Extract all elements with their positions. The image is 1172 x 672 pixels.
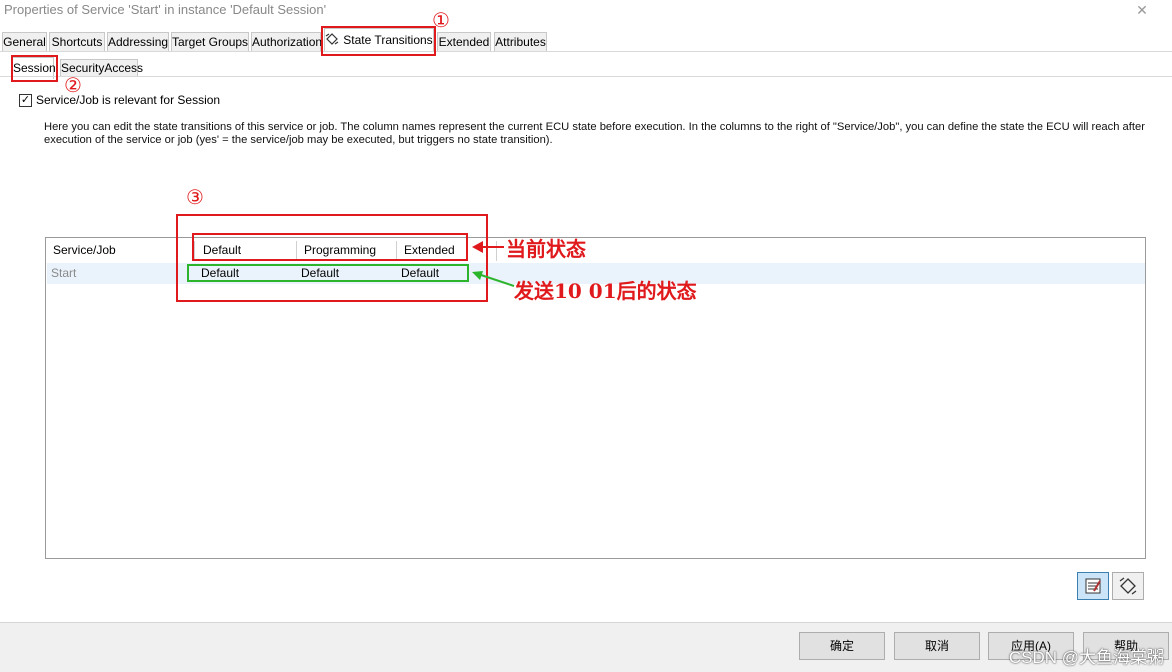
label-current-state: 当前状态 [506, 237, 586, 261]
description-text: Here you can edit the state transitions … [44, 121, 1145, 146]
window-title: Properties of Service 'Start' in instanc… [4, 2, 327, 17]
tab-attributes[interactable]: Attributes [494, 32, 547, 52]
edit-table-icon [1085, 578, 1101, 594]
arrow-head-red-icon [472, 241, 483, 253]
arrow-after-state-icon [472, 271, 515, 287]
tab-extended[interactable]: Extended [437, 32, 491, 52]
tab-target-groups[interactable]: Target Groups [171, 32, 249, 52]
highlight-state-transitions-tab [321, 26, 436, 56]
relevant-checkbox[interactable]: ✓ [19, 94, 32, 107]
highlight-current-state-header [192, 233, 468, 261]
relevant-checkbox-label: Service/Job is relevant for Session [36, 93, 221, 107]
tab-addressing[interactable]: Addressing [107, 32, 169, 52]
highlight-session-subtab [11, 55, 58, 82]
column-header-service-job[interactable]: Service/Job [46, 238, 191, 263]
marker-3: ③ [186, 185, 204, 209]
edit-table-button[interactable] [1077, 572, 1109, 600]
marker-2: ② [64, 73, 82, 97]
tab-shortcuts[interactable]: Shortcuts [49, 32, 105, 52]
tab-authorization[interactable]: Authorization [251, 32, 322, 52]
state-transition-icon [1119, 577, 1137, 595]
cancel-button[interactable]: 取消 [894, 632, 980, 660]
tab-bar-divider [0, 51, 1172, 52]
highlight-after-state-row [187, 264, 469, 282]
close-icon[interactable]: ✕ [1134, 1, 1150, 19]
label-after-send-state: 发送10 01后的状态 [514, 279, 697, 303]
window-titlebar: Properties of Service 'Start' in instanc… [0, 0, 1172, 24]
ok-button[interactable]: 确定 [799, 632, 885, 660]
subtab-bar-divider [0, 76, 1172, 77]
state-transition-button[interactable] [1112, 572, 1144, 600]
main-tab-bar: General Shortcuts Addressing Target Grou… [0, 28, 1172, 52]
tab-general[interactable]: General [2, 32, 47, 52]
row-service-name: Start [51, 266, 77, 280]
watermark: CSDN @大鱼海棠粥 [1008, 648, 1164, 667]
column-separator [496, 241, 497, 261]
marker-1: ① [432, 8, 450, 32]
